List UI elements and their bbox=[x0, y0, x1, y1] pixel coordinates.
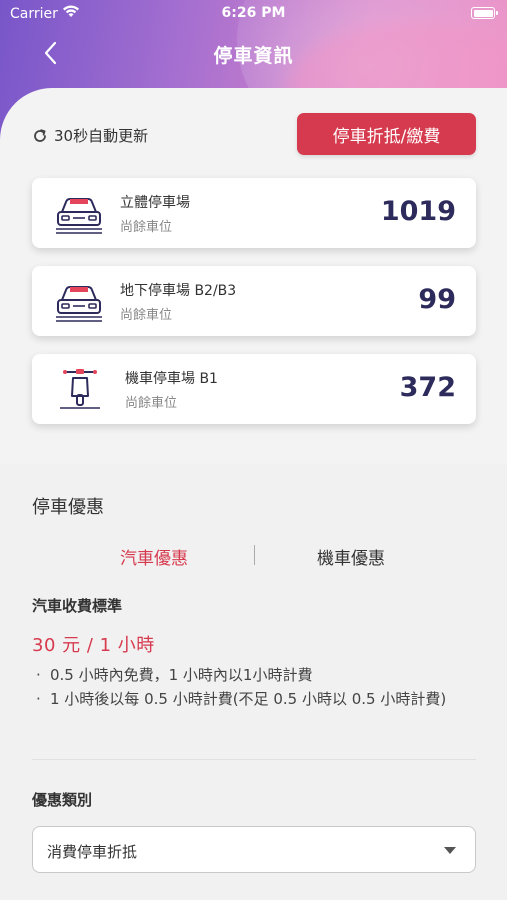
discount-type-label: 優惠類別 bbox=[32, 791, 93, 809]
divider bbox=[32, 759, 476, 760]
scooter-icon bbox=[60, 369, 100, 409]
discount-type-select[interactable]: 消費停車折抵 bbox=[32, 826, 476, 873]
page-title: 停車資訊 bbox=[213, 45, 294, 67]
rule-bullet: · bbox=[36, 690, 41, 708]
parking-lot-name: 機車停車場 B1 bbox=[125, 371, 218, 387]
parking-status-panel: 30秒自動更新 停車折抵/繳費 立體停車場 尚餘車位 1019 地下停車場 B2… bbox=[0, 88, 507, 464]
discount-tabs: 汽車優惠 機車優惠 bbox=[32, 538, 476, 572]
tab-divider bbox=[254, 545, 255, 565]
parking-lot-name: 立體停車場 bbox=[120, 195, 190, 211]
discount-type-value: 消費停車折抵 bbox=[47, 843, 138, 861]
rule-text: 1 小時後以每 0.5 小時計費(不足 0.5 小時以 0.5 小時計費) bbox=[50, 690, 447, 708]
parking-lot-sub: 尚餘車位 bbox=[120, 220, 173, 235]
rate-rule: · 1 小時後以每 0.5 小時計費(不足 0.5 小時以 0.5 小時計費) bbox=[36, 688, 476, 710]
available-spaces-count: 372 bbox=[399, 372, 456, 403]
parking-lot-sub: 尚餘車位 bbox=[125, 396, 178, 411]
available-spaces-count: 99 bbox=[418, 284, 456, 315]
car-icon bbox=[56, 286, 102, 322]
parking-lot-sub: 尚餘車位 bbox=[120, 308, 173, 323]
tab-scooter-discount[interactable]: 機車優惠 bbox=[317, 544, 385, 569]
auto-refresh-label: 30秒自動更新 bbox=[54, 127, 149, 145]
nav-bar: 停車資訊 bbox=[0, 32, 507, 76]
parking-lot-name: 地下停車場 B2/B3 bbox=[120, 283, 237, 299]
parking-lot-card[interactable]: 機車停車場 B1 尚餘車位 372 bbox=[32, 354, 476, 424]
battery-icon bbox=[471, 7, 498, 19]
discount-section-title: 停車優惠 bbox=[32, 497, 104, 518]
rule-bullet: · bbox=[36, 666, 41, 684]
parking-lot-card[interactable]: 地下停車場 B2/B3 尚餘車位 99 bbox=[32, 266, 476, 336]
refresh-icon bbox=[34, 128, 46, 142]
parking-payment-button[interactable]: 停車折抵/繳費 bbox=[297, 113, 476, 155]
auto-refresh-indicator: 30秒自動更新 bbox=[32, 125, 148, 146]
rate-title: 汽車收費標準 bbox=[32, 597, 123, 615]
rate-rule: · 0.5 小時內免費，1 小時內以1小時計費 bbox=[36, 664, 476, 686]
parking-rate: 30 元 / 1 小時 bbox=[32, 635, 155, 656]
clock: 6:26 PM bbox=[221, 5, 286, 21]
status-bar: Carrier 6:26 PM bbox=[0, 0, 507, 28]
chevron-down-icon bbox=[444, 847, 456, 854]
car-icon bbox=[56, 198, 102, 234]
tab-car-discount[interactable]: 汽車優惠 bbox=[120, 544, 188, 569]
available-spaces-count: 1019 bbox=[380, 196, 456, 227]
parking-lot-card[interactable]: 立體停車場 尚餘車位 1019 bbox=[32, 178, 476, 248]
rule-text: 0.5 小時內免費，1 小時內以1小時計費 bbox=[50, 666, 313, 684]
